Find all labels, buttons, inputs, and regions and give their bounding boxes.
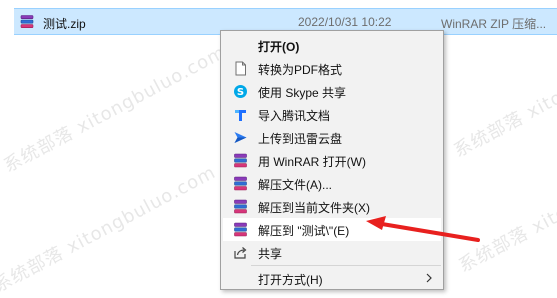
- menu-item-label: 上传到迅雷云盘: [258, 132, 343, 146]
- menu-item-label: 打开方式(H): [258, 273, 323, 287]
- menu-item-label: 用 WinRAR 打开(W): [258, 155, 366, 169]
- winrar-icon: [233, 199, 248, 214]
- menu-item-label: 共享: [258, 247, 283, 261]
- file-name: 测试.zip: [43, 17, 86, 31]
- menu-item-tencent-docs[interactable]: 导入腾讯文档: [223, 103, 441, 126]
- context-menu: 打开(O) 转换为PDF格式 S 使用 Skype 共享 导入腾讯文档 上传到迅…: [220, 30, 444, 290]
- watermark-text: 系统部落 xitongbuluo.com: [0, 161, 220, 297]
- menu-item-open-with-winrar[interactable]: 用 WinRAR 打开(W): [223, 149, 441, 172]
- file-date: 2022/10/31 10:22: [298, 15, 392, 29]
- watermark-text: 系统部落 xitongbuluo.com: [0, 41, 230, 177]
- menu-separator: [251, 265, 441, 266]
- menu-item-open-with[interactable]: 打开方式(H): [223, 267, 441, 289]
- svg-text:S: S: [237, 87, 244, 98]
- file-type: WinRAR ZIP 压缩...: [441, 17, 547, 31]
- xunlei-icon: [233, 130, 248, 145]
- menu-item-open[interactable]: 打开(O): [223, 34, 441, 57]
- watermark-text: 系统部落 xitongbuluo.com: [455, 141, 557, 277]
- winrar-icon: [233, 153, 248, 168]
- winrar-icon: [233, 222, 248, 237]
- watermark-text: 系统部落 xitongbuluo.com: [450, 26, 557, 162]
- pdf-doc-icon: [233, 61, 248, 76]
- tencent-docs-icon: [233, 107, 248, 122]
- menu-item-label: 解压文件(A)...: [258, 178, 332, 192]
- winrar-icon: [233, 176, 248, 191]
- menu-item-convert-pdf[interactable]: 转换为PDF格式: [223, 57, 441, 80]
- menu-item-extract-files[interactable]: 解压文件(A)...: [223, 172, 441, 195]
- menu-item-xunlei-upload[interactable]: 上传到迅雷云盘: [223, 126, 441, 149]
- skype-icon: S: [233, 84, 248, 99]
- menu-item-label: 使用 Skype 共享: [258, 86, 347, 100]
- menu-item-skype-share[interactable]: S 使用 Skype 共享: [223, 80, 441, 103]
- winrar-archive-icon: [20, 15, 34, 29]
- chevron-right-icon: [425, 272, 433, 284]
- menu-item-label: 解压到 "测试\"(E): [258, 224, 350, 238]
- menu-item-label: 转换为PDF格式: [258, 63, 343, 77]
- share-icon: [233, 245, 248, 260]
- menu-item-label: 导入腾讯文档: [258, 109, 331, 123]
- menu-item-label: 打开(O): [258, 40, 300, 54]
- red-arrow-annotation: [366, 216, 480, 242]
- menu-item-label: 解压到当前文件夹(X): [258, 201, 370, 215]
